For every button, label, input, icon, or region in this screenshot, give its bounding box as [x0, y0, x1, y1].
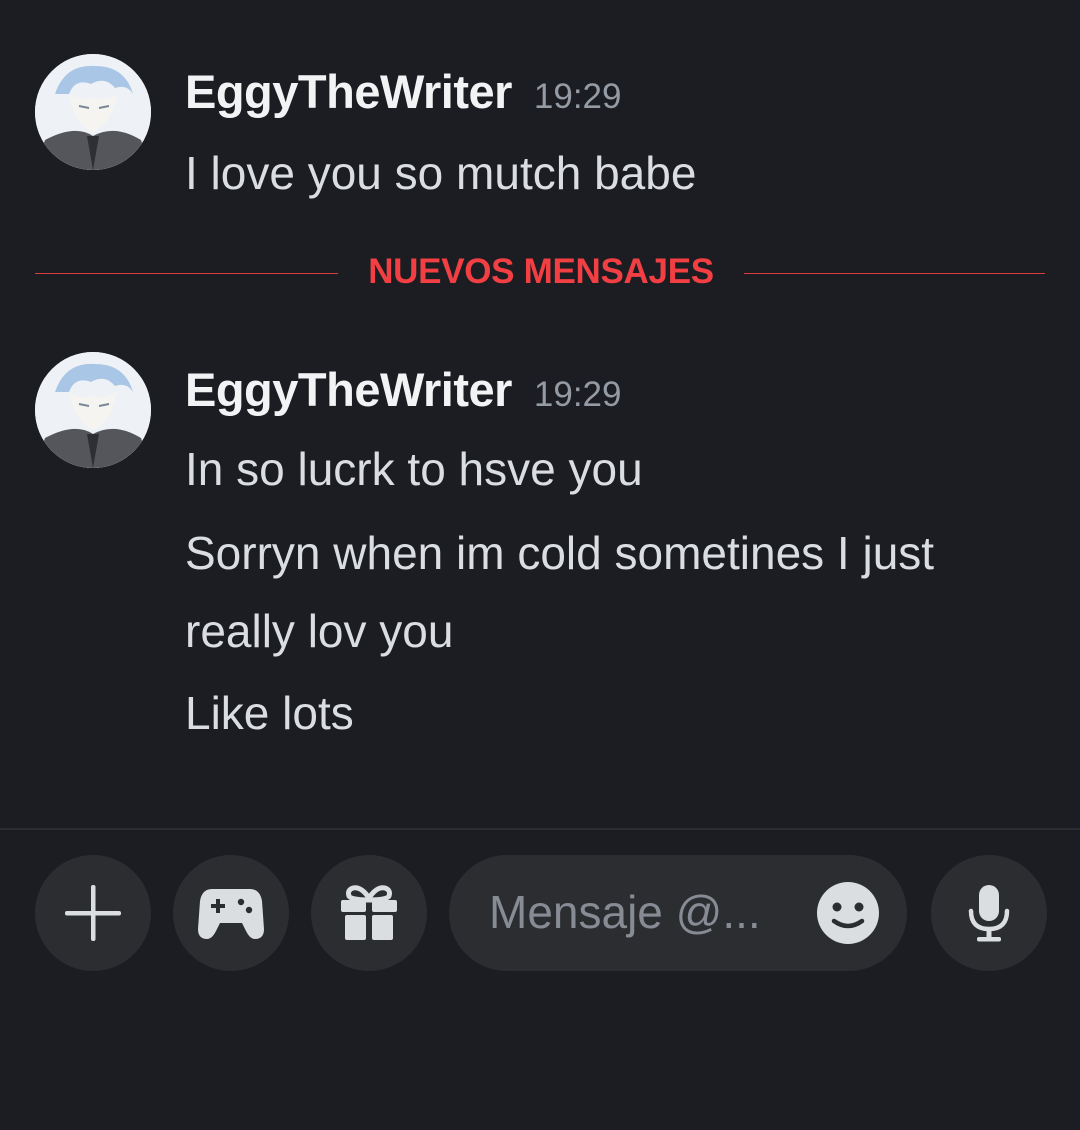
- timestamp: 19:29: [533, 77, 622, 116]
- divider-line: [744, 273, 1045, 274]
- message-text: Sorryn when im cold sometines I just: [185, 527, 935, 579]
- avatar[interactable]: [35, 54, 151, 170]
- gift-button[interactable]: [311, 855, 427, 971]
- avatar[interactable]: [35, 352, 151, 468]
- message-header: EggyTheWriter 19:29: [185, 362, 622, 417]
- divider-line: [35, 273, 338, 274]
- activities-button[interactable]: [173, 855, 289, 971]
- add-attachment-button[interactable]: [35, 855, 151, 971]
- message-input[interactable]: Mensaje @...: [449, 855, 907, 971]
- emoji-button[interactable]: [816, 881, 880, 945]
- new-messages-divider: NUEVOS MENSAJES: [35, 250, 1045, 298]
- message-header: EggyTheWriter 19:29: [185, 64, 622, 119]
- voice-message-button[interactable]: [931, 855, 1047, 971]
- message-input-placeholder: Mensaje @...: [489, 886, 761, 938]
- emoji-icon: [817, 882, 879, 944]
- microphone-icon: [968, 885, 1010, 942]
- message-text: really lov you: [185, 605, 454, 657]
- gift-icon: [341, 885, 397, 940]
- gamepad-icon: [198, 889, 264, 939]
- message-body: I love you so mutch babe: [185, 134, 1035, 212]
- message-text: In so lucrk to hsve you: [185, 443, 643, 495]
- username[interactable]: EggyTheWriter: [185, 363, 512, 416]
- username[interactable]: EggyTheWriter: [185, 65, 512, 118]
- new-messages-label: NUEVOS MENSAJES: [368, 252, 714, 291]
- timestamp: 19:29: [533, 375, 622, 414]
- message-list: EggyTheWriter 19:29 I love you so mutch b…: [0, 0, 1080, 828]
- plus-icon: [65, 885, 121, 941]
- message-composer: Mensaje @...: [0, 830, 1080, 1130]
- message-text: Like lots: [185, 687, 354, 739]
- message-text: I love you so mutch babe: [185, 147, 697, 199]
- message-body: In so lucrk to hsve you Sorryn when im c…: [185, 430, 1035, 752]
